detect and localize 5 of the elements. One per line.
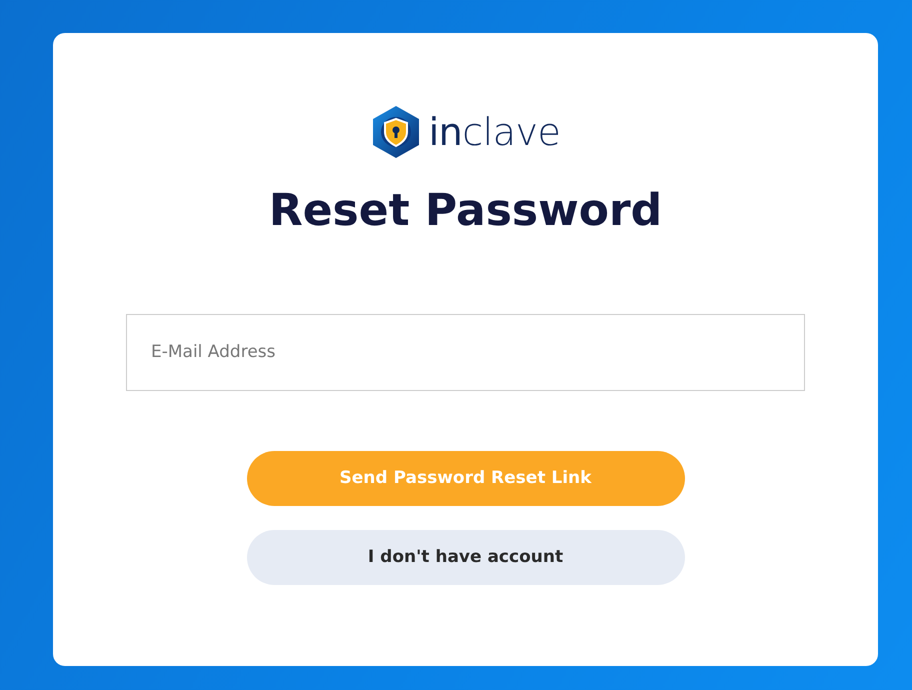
logo-text: inclave	[428, 113, 560, 151]
email-field[interactable]: E-Mail Address	[126, 314, 805, 391]
page-title: Reset Password	[268, 185, 662, 238]
no-account-button[interactable]: I don't have account	[246, 530, 684, 585]
shield-lock-icon	[370, 105, 421, 159]
